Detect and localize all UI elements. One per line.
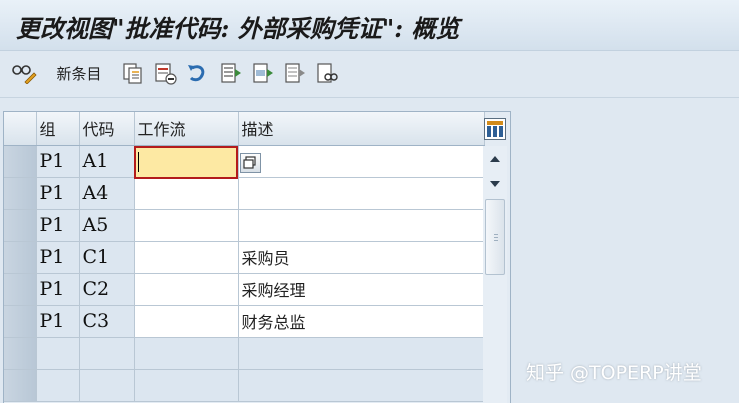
code-cell <box>79 369 135 402</box>
group-cell: P1 <box>36 241 80 274</box>
deselect-all-icon[interactable] <box>282 60 308 86</box>
group-cell: P1 <box>36 177 80 210</box>
workflow-cell[interactable] <box>134 209 239 242</box>
group-cell: P1 <box>36 273 80 306</box>
row-selector[interactable] <box>4 369 37 402</box>
workflow-cell[interactable] <box>134 177 239 210</box>
scroll-up-icon[interactable] <box>487 150 503 168</box>
group-cell <box>36 337 80 370</box>
empty-table-row <box>4 337 485 370</box>
group-cell: P1 <box>36 209 80 242</box>
row-selector[interactable] <box>4 177 37 210</box>
table-row: P1 C1 采购员 <box>4 241 485 274</box>
workflow-cell[interactable] <box>134 273 239 306</box>
copy-as-icon[interactable] <box>120 60 146 86</box>
code-cell: C1 <box>79 241 135 274</box>
description-cell <box>238 337 485 370</box>
description-cell <box>238 369 485 402</box>
select-all-rows-cell[interactable] <box>4 112 37 146</box>
description-cell: 财务总监 <box>238 305 485 338</box>
value-help-icon <box>243 156 256 169</box>
table-row: P1 A5 <box>4 209 485 242</box>
new-entries-button[interactable]: 新条目 <box>50 60 108 86</box>
column-header-description[interactable]: 描述 <box>238 112 485 146</box>
column-header-group[interactable]: 组 <box>36 112 80 146</box>
workflow-cell <box>134 337 239 370</box>
select-all-icon[interactable] <box>218 60 244 86</box>
column-settings-icon[interactable] <box>484 118 506 140</box>
table-row: P1 A4 <box>4 177 485 210</box>
description-cell: 采购经理 <box>238 273 485 306</box>
application-toolbar: 新条目 <box>0 51 739 98</box>
approval-code-table: 组 代码 工作流 描述 P1 A1 P1 A4 P1 A5 P1 C1 采购员 … <box>3 111 511 403</box>
glasses-pencil-icon[interactable] <box>10 60 38 86</box>
scroll-thumb[interactable] <box>485 199 505 275</box>
description-cell <box>238 209 485 242</box>
table-header-row: 组 代码 工作流 描述 <box>4 112 485 146</box>
workflow-cell <box>134 369 239 402</box>
row-selector[interactable] <box>4 209 37 242</box>
column-header-workflow[interactable]: 工作流 <box>134 112 239 146</box>
row-selector[interactable] <box>4 145 37 178</box>
select-block-icon[interactable] <box>250 60 276 86</box>
focused-workflow-input[interactable] <box>134 146 238 179</box>
table-row: P1 C2 采购经理 <box>4 273 485 306</box>
workflow-cell[interactable] <box>134 305 239 338</box>
title-bar: 更改视图"批准代码: 外部采购凭证": 概览 <box>0 0 739 51</box>
page-title: 更改视图"批准代码: 外部采购凭证": 概览 <box>16 14 460 43</box>
description-cell <box>238 145 485 178</box>
scroll-down-icon[interactable] <box>487 175 503 193</box>
group-cell: P1 <box>36 305 80 338</box>
value-help-button[interactable] <box>240 153 261 173</box>
new-entries-label: 新条目 <box>56 64 102 83</box>
code-cell <box>79 337 135 370</box>
code-cell: A5 <box>79 209 135 242</box>
delete-icon[interactable] <box>152 60 178 86</box>
workflow-cell[interactable] <box>134 241 239 274</box>
print-preview-icon[interactable] <box>314 60 340 86</box>
vertical-scrollbar[interactable] <box>483 146 507 403</box>
row-selector[interactable] <box>4 305 37 338</box>
grip-icon <box>494 234 498 242</box>
row-selector[interactable] <box>4 337 37 370</box>
undo-change-icon[interactable] <box>184 60 210 86</box>
table-row: P1 C3 财务总监 <box>4 305 485 338</box>
code-cell: A1 <box>79 145 135 178</box>
watermark: 知乎 @TOPERP讲堂 <box>526 362 702 384</box>
group-cell <box>36 369 80 402</box>
code-cell: C3 <box>79 305 135 338</box>
description-cell <box>238 177 485 210</box>
code-cell: A4 <box>79 177 135 210</box>
code-cell: C2 <box>79 273 135 306</box>
description-cell: 采购员 <box>238 241 485 274</box>
column-header-code[interactable]: 代码 <box>79 112 135 146</box>
row-selector[interactable] <box>4 273 37 306</box>
row-selector[interactable] <box>4 241 37 274</box>
empty-table-row <box>4 369 485 402</box>
group-cell: P1 <box>36 145 80 178</box>
